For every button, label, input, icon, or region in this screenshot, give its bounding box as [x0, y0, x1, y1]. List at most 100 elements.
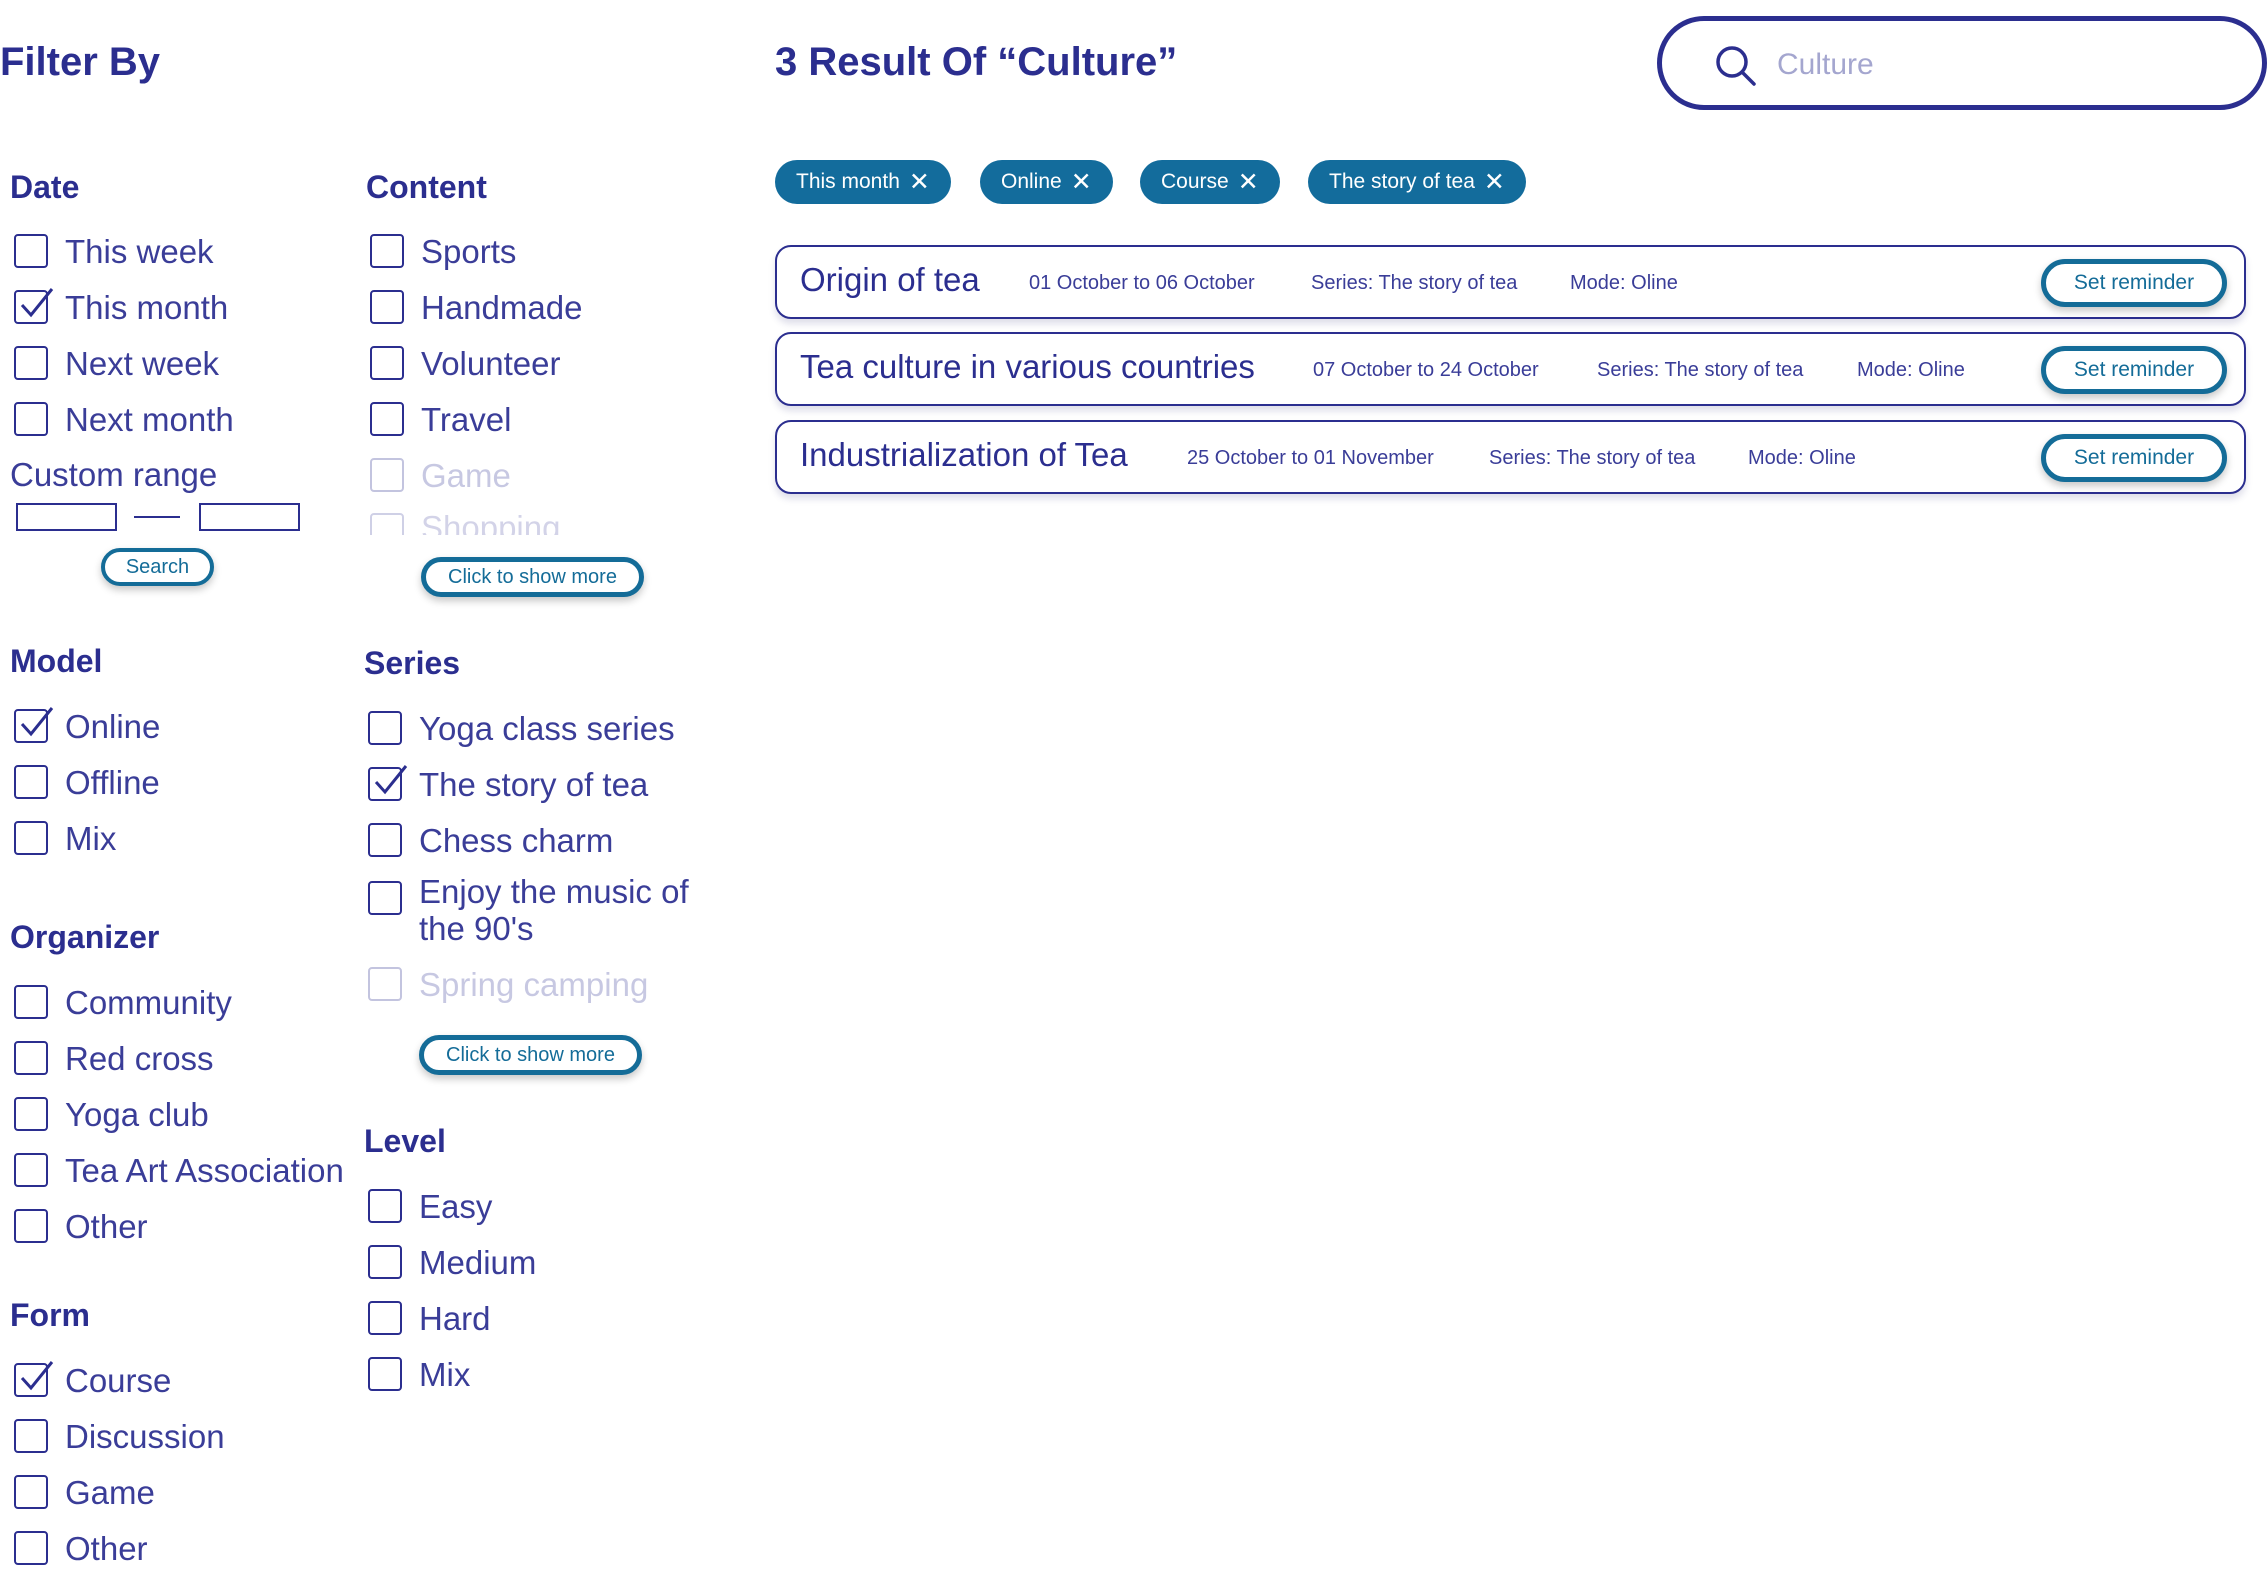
checkbox[interactable]: [370, 346, 404, 380]
option-label: Volunteer: [421, 344, 561, 382]
search-input[interactable]: [1775, 39, 2219, 91]
level-option[interactable]: Mix: [368, 1352, 470, 1396]
checkbox[interactable]: [14, 1097, 48, 1131]
set-reminder-button[interactable]: Set reminder: [2041, 434, 2227, 482]
range-separator: [134, 516, 180, 518]
filter-chip[interactable]: This month ✕: [775, 160, 951, 204]
checkbox[interactable]: [368, 1245, 402, 1279]
model-option[interactable]: Online: [14, 704, 160, 748]
close-icon[interactable]: ✕: [909, 169, 930, 195]
content-option[interactable]: Handmade: [370, 285, 582, 329]
option-label: Red cross: [65, 1039, 214, 1077]
checkbox[interactable]: [368, 881, 402, 915]
checkbox[interactable]: [368, 765, 408, 801]
organizer-option[interactable]: Community: [14, 980, 232, 1024]
checkbox[interactable]: [370, 458, 404, 492]
series-option[interactable]: Yoga class series: [368, 706, 675, 750]
chip-label: This month: [796, 170, 900, 193]
series-option[interactable]: Spring camping: [368, 962, 648, 1006]
result-card[interactable]: Origin of tea 01 October to 06 October S…: [775, 245, 2246, 319]
organizer-option[interactable]: Tea Art Association: [14, 1148, 344, 1192]
option-label: Sports: [421, 232, 517, 270]
checkbox[interactable]: [368, 1357, 402, 1391]
level-option[interactable]: Medium: [368, 1240, 536, 1284]
checkbox[interactable]: [14, 985, 48, 1019]
close-icon[interactable]: ✕: [1484, 169, 1505, 195]
content-option[interactable]: Shopping: [370, 509, 560, 535]
checkbox[interactable]: [14, 288, 54, 324]
form-option[interactable]: Course: [14, 1358, 171, 1402]
form-option[interactable]: Other: [14, 1526, 148, 1570]
checkbox[interactable]: [14, 346, 48, 380]
organizer-option[interactable]: Red cross: [14, 1036, 214, 1080]
series-option[interactable]: Enjoy the music of the 90's: [368, 873, 719, 947]
checkbox[interactable]: [370, 402, 404, 436]
date-option[interactable]: Next week: [14, 341, 219, 385]
series-option[interactable]: The story of tea: [368, 762, 648, 806]
option-label: Next month: [65, 400, 234, 438]
form-option[interactable]: Discussion: [14, 1414, 225, 1458]
content-option[interactable]: Volunteer: [370, 341, 560, 385]
checkbox[interactable]: [14, 402, 48, 436]
range-start-input[interactable]: [16, 503, 117, 531]
checkbox[interactable]: [14, 234, 48, 268]
close-icon[interactable]: ✕: [1071, 169, 1092, 195]
result-dates: 25 October to 01 November: [1187, 447, 1434, 469]
checkbox[interactable]: [14, 1209, 48, 1243]
series-option[interactable]: Chess charm: [368, 818, 613, 862]
set-reminder-button[interactable]: Set reminder: [2041, 346, 2227, 394]
date-option[interactable]: This week: [14, 229, 214, 273]
checkbox[interactable]: [370, 290, 404, 324]
option-label: Next week: [65, 344, 220, 382]
search-bar[interactable]: [1657, 16, 2267, 110]
checkbox[interactable]: [14, 1419, 48, 1453]
model-option[interactable]: Mix: [14, 816, 116, 860]
option-label: Course: [65, 1361, 172, 1399]
checkbox[interactable]: [14, 1041, 48, 1075]
close-icon[interactable]: ✕: [1238, 169, 1259, 195]
checkbox[interactable]: [14, 1361, 54, 1397]
checkbox[interactable]: [370, 513, 404, 535]
checkbox[interactable]: [368, 967, 402, 1001]
result-card[interactable]: Tea culture in various countries 07 Octo…: [775, 332, 2246, 406]
model-option[interactable]: Offline: [14, 760, 160, 804]
checkbox[interactable]: [14, 707, 54, 743]
content-option[interactable]: Game: [370, 453, 511, 497]
option-label: Other: [65, 1207, 148, 1245]
checkbox[interactable]: [368, 711, 402, 745]
series-show-more-button[interactable]: Click to show more: [419, 1035, 642, 1075]
checkbox[interactable]: [368, 823, 402, 857]
filter-chip[interactable]: The story of tea ✕: [1308, 160, 1526, 204]
result-card[interactable]: Industrialization of Tea 25 October to 0…: [775, 420, 2246, 494]
checkbox[interactable]: [368, 1301, 402, 1335]
level-option[interactable]: Easy: [368, 1184, 492, 1228]
filter-chip[interactable]: Course ✕: [1140, 160, 1280, 204]
organizer-option[interactable]: Yoga club: [14, 1092, 209, 1136]
form-option[interactable]: Game: [14, 1470, 155, 1514]
checkbox[interactable]: [368, 1189, 402, 1223]
content-option[interactable]: Sports: [370, 229, 516, 273]
checkbox[interactable]: [14, 1153, 48, 1187]
organizer-heading: Organizer: [10, 919, 160, 955]
date-option[interactable]: Next month: [14, 397, 234, 441]
result-title: Industrialization of Tea: [800, 436, 1128, 473]
date-search-button[interactable]: Search: [101, 548, 214, 586]
checkbox[interactable]: [14, 821, 48, 855]
form-heading: Form: [10, 1297, 90, 1333]
set-reminder-button[interactable]: Set reminder: [2041, 259, 2227, 307]
date-option[interactable]: This month: [14, 285, 228, 329]
checkbox[interactable]: [370, 234, 404, 268]
checkbox[interactable]: [14, 1531, 48, 1565]
organizer-option[interactable]: Other: [14, 1204, 148, 1248]
checkbox[interactable]: [14, 1475, 48, 1509]
date-heading: Date: [10, 169, 80, 205]
content-option[interactable]: Travel: [370, 397, 511, 441]
range-end-input[interactable]: [199, 503, 300, 531]
content-show-more-button[interactable]: Click to show more: [421, 557, 644, 597]
option-label: Other: [65, 1529, 148, 1567]
checkbox[interactable]: [14, 765, 48, 799]
filter-chip[interactable]: Online ✕: [980, 160, 1113, 204]
option-label: Online: [65, 707, 161, 745]
check-icon: [20, 707, 54, 737]
level-option[interactable]: Hard: [368, 1296, 491, 1340]
